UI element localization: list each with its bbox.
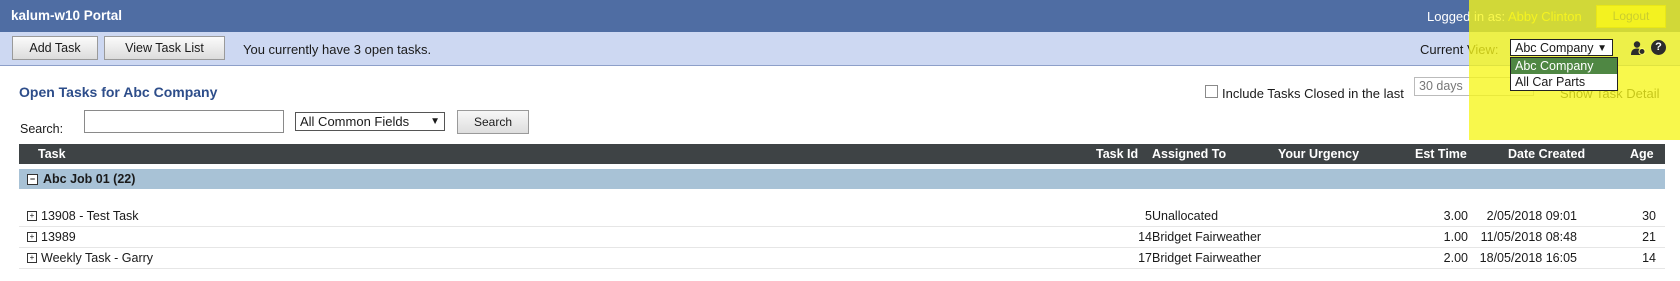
current-view-dropdown: Abc Company All Car Parts	[1510, 57, 1618, 91]
group-label: Abc Job 01 (22)	[43, 172, 136, 186]
search-field-value: All Common Fields	[300, 114, 410, 129]
page-title: Open Tasks for Abc Company	[19, 84, 218, 100]
column-header-assigned-to[interactable]: Assigned To	[1152, 147, 1226, 161]
cell-est-time: 2.00	[1443, 251, 1468, 265]
cell-age: 30	[1642, 209, 1656, 223]
task-table-header: Task Task Id Assigned To Your Urgency Es…	[19, 144, 1665, 164]
help-icon[interactable]: ?	[1651, 40, 1666, 55]
include-closed-checkbox[interactable]	[1205, 85, 1218, 98]
logged-in-prefix: Logged in as:	[1427, 9, 1506, 24]
column-header-urgency[interactable]: Your Urgency	[1278, 147, 1359, 161]
cell-assigned-to: Bridget Fairweather	[1152, 230, 1262, 244]
user-name: Abby Clinton	[1507, 9, 1582, 24]
column-header-est-time[interactable]: Est Time	[1415, 147, 1467, 161]
search-button[interactable]: Search	[457, 110, 529, 134]
table-row[interactable]: + Weekly Task - Garry 17 Bridget Fairwea…	[19, 248, 1665, 269]
cell-est-time: 3.00	[1443, 209, 1468, 223]
app-title: kalum-w10 Portal	[11, 8, 123, 23]
cell-task-id: 5	[1145, 209, 1152, 223]
column-header-date-created[interactable]: Date Created	[1508, 147, 1585, 161]
cell-age: 14	[1642, 251, 1656, 265]
current-view-select[interactable]: Abc Company ▼	[1510, 39, 1613, 56]
cell-est-time: 1.00	[1443, 230, 1468, 244]
cell-date-created: 2/05/2018 09:01	[1486, 209, 1577, 223]
expand-icon[interactable]: +	[27, 211, 37, 221]
column-header-task-id[interactable]: Task Id	[1096, 147, 1138, 161]
cell-age: 21	[1642, 230, 1656, 244]
cell-date-created: 11/05/2018 08:48	[1480, 230, 1577, 244]
expand-icon[interactable]: +	[27, 253, 37, 263]
view-task-list-button[interactable]: View Task List	[104, 36, 225, 60]
search-field-select[interactable]: All Common Fields ▼	[295, 112, 445, 131]
cell-assigned-to: Bridget Fairweather	[1152, 251, 1262, 265]
cell-assigned-to: Unallocated	[1152, 209, 1219, 223]
cell-date-created: 18/05/2018 16:05	[1479, 251, 1577, 265]
top-bar: kalum-w10 Portal Logged in as: Abby Clin…	[0, 0, 1680, 32]
collapse-icon[interactable]: −	[27, 174, 38, 185]
user-role-icon[interactable]	[1630, 40, 1646, 56]
cell-task[interactable]: Weekly Task - Garry	[41, 251, 153, 265]
view-option-abc-company[interactable]: Abc Company	[1511, 58, 1617, 74]
view-option-all-car-parts[interactable]: All Car Parts	[1511, 74, 1617, 90]
task-group-row[interactable]: − Abc Job 01 (22)	[19, 169, 1665, 189]
add-task-button[interactable]: Add Task	[12, 36, 98, 60]
cell-task-id: 17	[1138, 251, 1152, 265]
dropdown-arrow-icon: ▼	[430, 116, 440, 127]
column-header-task[interactable]: Task	[38, 147, 66, 161]
dropdown-arrow-icon: ▼	[1597, 43, 1607, 54]
column-header-age[interactable]: Age	[1630, 147, 1654, 161]
table-row[interactable]: + 13989 14 Bridget Fairweather 1.00 11/0…	[19, 227, 1665, 248]
current-view-value: Abc Company	[1515, 41, 1594, 55]
logout-button[interactable]: Logout	[1596, 5, 1666, 28]
cell-task-id: 14	[1138, 230, 1152, 244]
toolbar: Add Task View Task List You currently ha…	[0, 32, 1680, 66]
cell-task[interactable]: 13908 - Test Task	[41, 209, 139, 223]
cell-task[interactable]: 13989	[41, 230, 76, 244]
expand-icon[interactable]: +	[27, 232, 37, 242]
current-view-label: Current View:	[1420, 42, 1499, 57]
open-tasks-message: You currently have 3 open tasks.	[243, 42, 432, 57]
search-input[interactable]	[84, 110, 284, 133]
logged-in-info: Logged in as: Abby Clinton	[1427, 9, 1582, 24]
include-closed-label: Include Tasks Closed in the last	[1222, 86, 1404, 101]
table-row[interactable]: + 13908 - Test Task 5 Unallocated 3.00 2…	[19, 206, 1665, 227]
search-label: Search:	[20, 122, 64, 136]
